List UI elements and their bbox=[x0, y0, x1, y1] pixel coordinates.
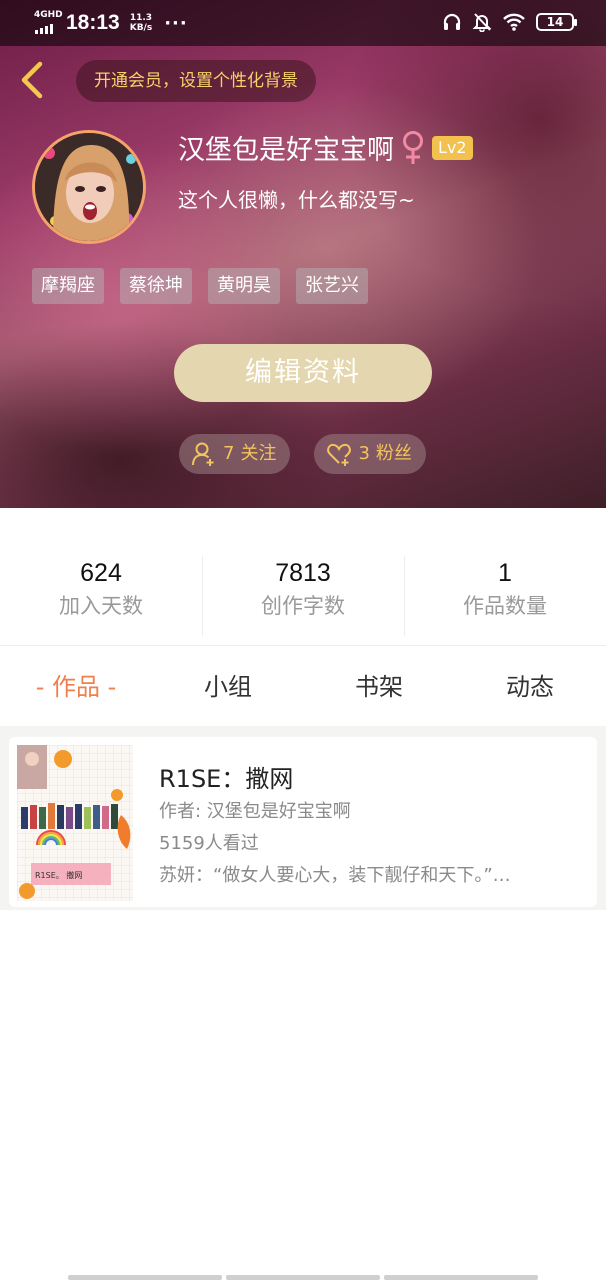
mute-bell-icon bbox=[472, 13, 492, 32]
stat-value: 7813 bbox=[275, 559, 331, 587]
headphones-icon bbox=[443, 13, 461, 30]
female-icon bbox=[403, 130, 423, 164]
avatar[interactable] bbox=[32, 130, 146, 244]
tag[interactable]: 蔡徐坤 bbox=[120, 268, 192, 304]
fans-button[interactable]: 3 粉丝 bbox=[314, 434, 426, 474]
tab-groups[interactable]: 小组 bbox=[152, 646, 304, 726]
stat-works-count: 1 作品数量 bbox=[404, 556, 606, 622]
add-user-icon bbox=[192, 442, 214, 466]
stat-label: 创作字数 bbox=[261, 594, 345, 618]
tag[interactable]: 摩羯座 bbox=[32, 268, 104, 304]
signal-icon: 4GHD bbox=[34, 10, 63, 36]
heart-plus-icon bbox=[327, 443, 352, 466]
back-button[interactable] bbox=[16, 60, 50, 100]
tag[interactable]: 张艺兴 bbox=[296, 268, 368, 304]
work-card[interactable]: R1SE。 撒网 R1SE：撒网 作者: 汉堡包是好宝宝啊 5159人看过 苏妍… bbox=[9, 737, 597, 907]
cover-text: R1SE。 撒网 bbox=[35, 870, 82, 880]
tab-activity[interactable]: 动态 bbox=[454, 646, 606, 726]
stat-value: 624 bbox=[80, 559, 122, 587]
speed-value: 11.3 bbox=[129, 13, 153, 23]
stat-value: 1 bbox=[498, 559, 512, 587]
chevron-left-icon bbox=[21, 61, 43, 99]
nickname: 汉堡包是好宝宝啊 bbox=[178, 135, 394, 166]
wifi-icon bbox=[503, 13, 525, 31]
network-speed: 11.3 KB/s bbox=[130, 13, 152, 33]
work-author: 作者: 汉堡包是好宝宝啊 bbox=[159, 801, 351, 822]
work-cover[interactable]: R1SE。 撒网 bbox=[17, 745, 133, 901]
following-button[interactable]: 7 关注 bbox=[179, 434, 291, 474]
follow-stats: 7 关注 3 粉丝 bbox=[179, 434, 426, 474]
stat-join-days: 624 加入天数 bbox=[0, 556, 202, 622]
profile-tabs: - 作品 - 小组 书架 动态 bbox=[0, 646, 606, 726]
stat-label: 加入天数 bbox=[59, 594, 143, 618]
stat-label: 作品数量 bbox=[463, 594, 547, 618]
tab-works[interactable]: - 作品 - bbox=[0, 646, 152, 726]
profile-stats: 624 加入天数 7813 创作字数 1 作品数量 bbox=[0, 508, 606, 646]
tag[interactable]: 黄明昊 bbox=[208, 268, 280, 304]
clock: 18:13 bbox=[66, 11, 120, 34]
following-count: 7 bbox=[223, 443, 235, 464]
battery-icon: 14 bbox=[536, 13, 577, 31]
fans-count: 3 bbox=[358, 443, 370, 464]
work-views: 5159人看过 bbox=[159, 833, 259, 854]
work-excerpt: 苏妍：“做女人要心大，装下靓仔和天下。”… bbox=[159, 865, 511, 886]
cover-image: R1SE。 撒网 bbox=[17, 745, 133, 901]
edit-profile-button[interactable]: 编辑资料 bbox=[174, 344, 432, 402]
avatar-image bbox=[35, 133, 143, 241]
status-bar: 4GHD 18:13 11.3 KB/s ··· 14 bbox=[0, 0, 606, 46]
gesture-segment bbox=[226, 1275, 380, 1280]
fans-label: 粉丝 bbox=[375, 443, 412, 464]
vip-background-prompt[interactable]: 开通会员，设置个性化背景 bbox=[76, 60, 316, 102]
following-label: 关注 bbox=[240, 443, 277, 464]
works-list: R1SE。 撒网 R1SE：撒网 作者: 汉堡包是好宝宝啊 5159人看过 苏妍… bbox=[0, 726, 606, 910]
work-title[interactable]: R1SE：撒网 bbox=[159, 759, 293, 794]
nickname-row: 汉堡包是好宝宝啊 Lv2 bbox=[178, 128, 473, 167]
speed-unit: KB/s bbox=[129, 23, 153, 33]
gesture-segment bbox=[384, 1275, 538, 1280]
gesture-segment bbox=[68, 1275, 222, 1280]
network-type: 4GHD bbox=[34, 10, 63, 20]
navigation-gesture-bar bbox=[68, 1275, 538, 1280]
profile-header: 4GHD 18:13 11.3 KB/s ··· 14 开通会员，设置个性化背景… bbox=[0, 0, 606, 508]
more-notifications-icon: ··· bbox=[164, 12, 188, 34]
level-badge: Lv2 bbox=[432, 135, 473, 160]
tab-bookshelf[interactable]: 书架 bbox=[303, 646, 455, 726]
signature: 这个人很懒，什么都没写~ bbox=[178, 188, 415, 212]
stat-word-count: 7813 创作字数 bbox=[202, 556, 404, 622]
interest-tags: 摩羯座 蔡徐坤 黄明昊 张艺兴 bbox=[32, 268, 368, 304]
